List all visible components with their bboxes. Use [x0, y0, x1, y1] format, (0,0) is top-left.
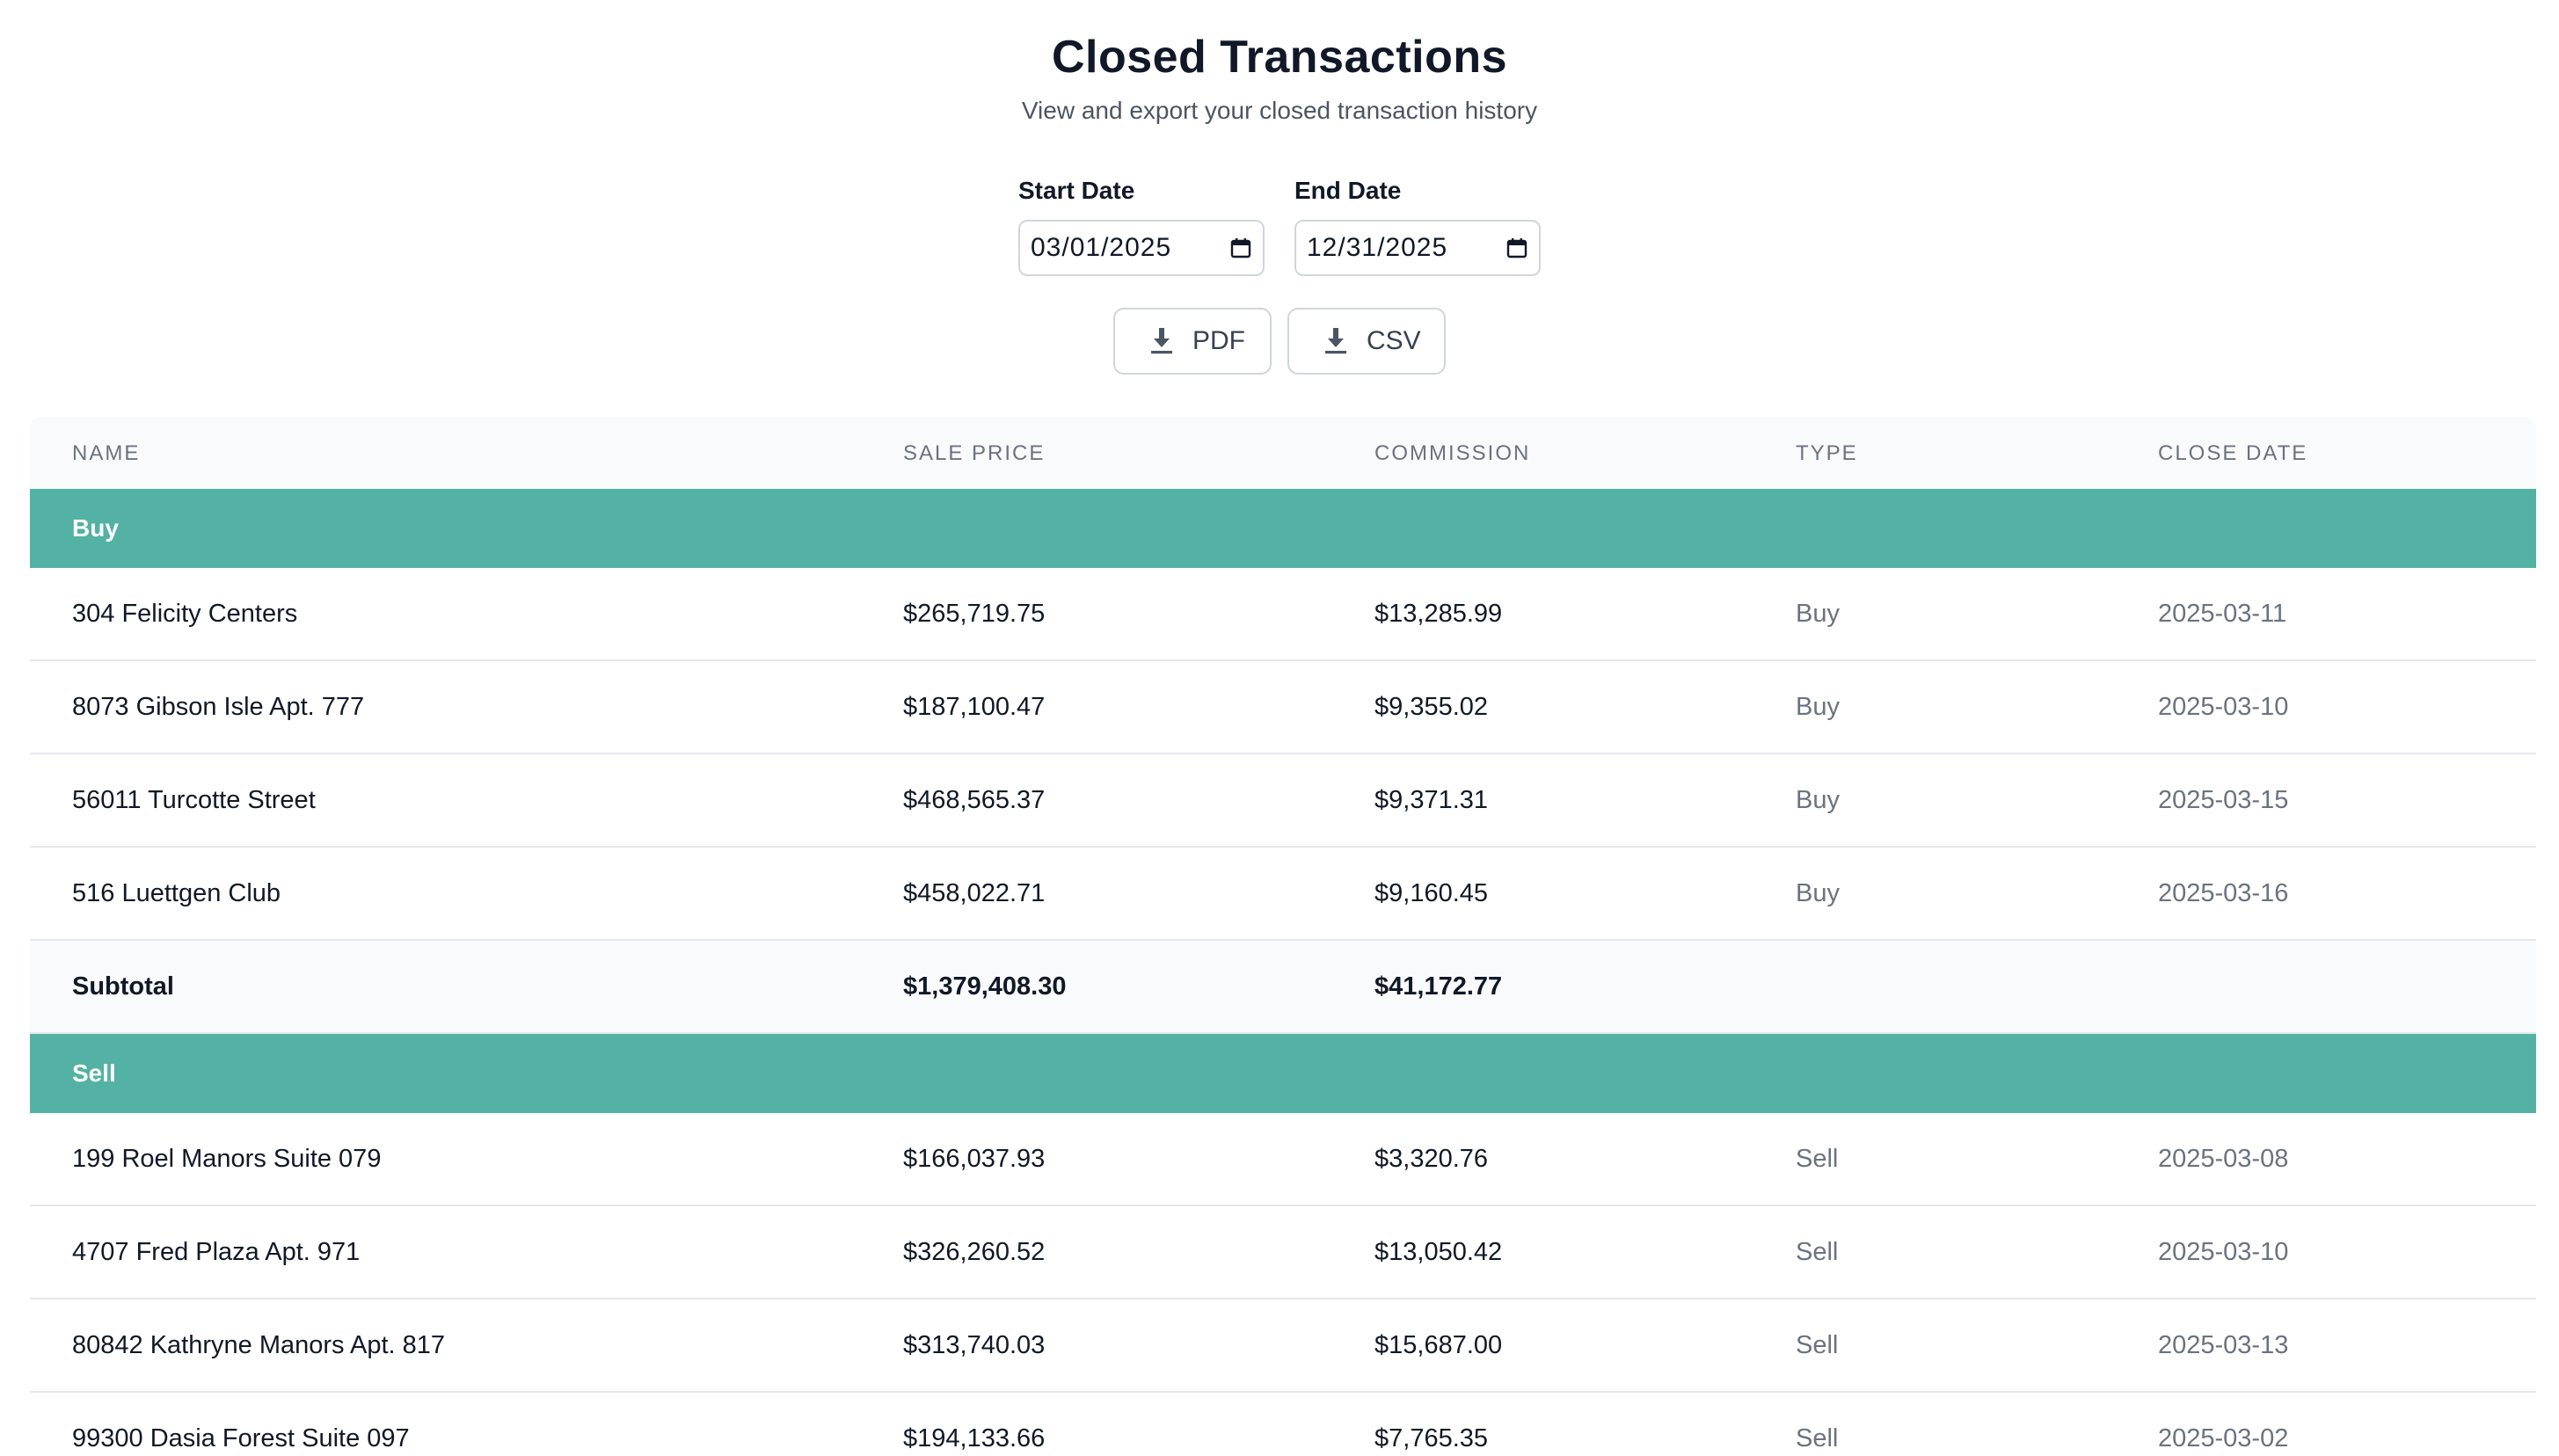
cell-close-date: 2025-03-15	[2158, 785, 2289, 814]
table-row[interactable]: 56011 Turcotte Street $468,565.37 $9,371…	[30, 754, 2536, 848]
table-row[interactable]: 4707 Fred Plaza Apt. 971 $326,260.52 $13…	[30, 1206, 2536, 1299]
table-row[interactable]: 99300 Dasia Forest Suite 097 $194,133.66…	[30, 1393, 2536, 1456]
cell-type: Sell	[1796, 1237, 1839, 1266]
cell-close-date: 2025-03-08	[2158, 1144, 2289, 1173]
cell-type: Sell	[1796, 1330, 1839, 1359]
closed-transactions-page: Closed Transactions View and export your…	[0, 0, 2559, 1456]
cell-sale-price: $194,133.66	[903, 1423, 1046, 1452]
start-date-field: Start Date 03/01/2025	[1018, 176, 1265, 276]
column-header-type[interactable]: Type	[1796, 441, 1858, 466]
cell-close-date: 2025-03-10	[2158, 692, 2289, 721]
cell-name: 516 Luettgen Club	[72, 878, 281, 907]
start-date-value: 03/01/2025	[1031, 233, 1172, 262]
page-title: Closed Transactions	[1051, 32, 1508, 83]
table-row[interactable]: 199 Roel Manors Suite 079 $166,037.93 $3…	[30, 1113, 2536, 1206]
export-actions: PDF CSV	[0, 308, 2559, 375]
group-row-sell: Sell	[30, 1034, 2536, 1113]
cell-sale-price: $458,022.71	[903, 878, 1046, 907]
cell-commission: $9,371.31	[1374, 785, 1489, 814]
group-label: Sell	[72, 1059, 116, 1087]
cell-name: 56011 Turcotte Street	[72, 785, 316, 814]
cell-commission: $9,160.45	[1374, 878, 1489, 907]
cell-name: 304 Felicity Centers	[72, 599, 298, 628]
column-header-sale-price[interactable]: Sale Price	[903, 441, 1045, 466]
cell-close-date: 2025-03-02	[2158, 1423, 2289, 1452]
cell-name: 99300 Dasia Forest Suite 097	[72, 1423, 410, 1452]
cell-sale-price: $187,100.47	[903, 692, 1046, 721]
cell-close-date: 2025-03-13	[2158, 1330, 2289, 1359]
end-date-field: End Date 12/31/2025	[1294, 176, 1541, 276]
cell-commission: $3,320.76	[1374, 1144, 1489, 1173]
calendar-icon[interactable]	[1506, 237, 1528, 259]
cell-commission: $13,050.42	[1374, 1237, 1503, 1266]
date-filters: Start Date 03/01/2025 End Date 12/31/202…	[0, 176, 2559, 276]
cell-name: 199 Roel Manors Suite 079	[72, 1144, 382, 1173]
cell-close-date: 2025-03-16	[2158, 878, 2289, 907]
cell-sale-price: $166,037.93	[903, 1144, 1046, 1173]
cell-commission: $7,765.35	[1374, 1423, 1489, 1452]
cell-type: Sell	[1796, 1423, 1839, 1452]
cell-commission: $9,355.02	[1374, 692, 1489, 721]
calendar-icon[interactable]	[1229, 237, 1252, 259]
cell-sale-price: $265,719.75	[903, 599, 1046, 628]
cell-type: Sell	[1796, 1144, 1839, 1173]
page-header: Closed Transactions View and export your…	[0, 30, 2559, 127]
transactions-table: Name Sale Price Commission Type Close Da…	[30, 417, 2536, 1456]
end-date-value: 12/31/2025	[1307, 233, 1448, 262]
start-date-label: Start Date	[1018, 177, 1135, 204]
cell-type: Buy	[1796, 878, 1840, 907]
cell-name: 80842 Kathryne Manors Apt. 817	[72, 1330, 446, 1359]
group-label: Buy	[72, 514, 119, 542]
subtotal-commission: $41,172.77	[1374, 972, 1503, 1001]
pdf-label: PDF	[1192, 326, 1245, 355]
cell-name: 4707 Fred Plaza Apt. 971	[72, 1237, 361, 1266]
column-header-commission[interactable]: Commission	[1374, 441, 1530, 466]
export-pdf-button[interactable]: PDF	[1113, 308, 1272, 375]
column-header-close-date[interactable]: Close Date	[2158, 441, 2307, 466]
cell-name: 8073 Gibson Isle Apt. 777	[72, 692, 365, 721]
page-subtitle: View and export your closed transaction …	[1021, 97, 1538, 124]
end-date-label: End Date	[1294, 177, 1402, 204]
cell-commission: $15,687.00	[1374, 1330, 1503, 1359]
group-row-buy: Buy	[30, 489, 2536, 568]
cell-commission: $13,285.99	[1374, 599, 1503, 628]
cell-type: Buy	[1796, 692, 1840, 721]
cell-type: Buy	[1796, 599, 1840, 628]
end-date-input[interactable]: 12/31/2025	[1294, 220, 1541, 276]
cell-sale-price: $313,740.03	[903, 1330, 1046, 1359]
table-header: Name Sale Price Commission Type Close Da…	[30, 417, 2536, 489]
subtotal-sale-price: $1,379,408.30	[903, 972, 1067, 1001]
subtotal-label: Subtotal	[72, 972, 174, 1001]
column-header-name[interactable]: Name	[72, 441, 140, 466]
cell-sale-price: $468,565.37	[903, 785, 1046, 814]
cell-close-date: 2025-03-10	[2158, 1237, 2289, 1266]
download-icon	[1148, 326, 1175, 356]
table-row[interactable]: 80842 Kathryne Manors Apt. 817 $313,740.…	[30, 1299, 2536, 1393]
subtotal-row: Subtotal $1,379,408.30 $41,172.77	[30, 941, 2536, 1034]
csv-label: CSV	[1367, 326, 1421, 355]
start-date-input[interactable]: 03/01/2025	[1018, 220, 1265, 276]
cell-sale-price: $326,260.52	[903, 1237, 1046, 1266]
table-row[interactable]: 304 Felicity Centers $265,719.75 $13,285…	[30, 568, 2536, 661]
table-row[interactable]: 8073 Gibson Isle Apt. 777 $187,100.47 $9…	[30, 661, 2536, 754]
export-csv-button[interactable]: CSV	[1287, 308, 1446, 375]
cell-close-date: 2025-03-11	[2158, 599, 2287, 628]
cell-type: Buy	[1796, 785, 1840, 814]
download-icon	[1323, 326, 1349, 356]
table-row[interactable]: 516 Luettgen Club $458,022.71 $9,160.45 …	[30, 848, 2536, 941]
